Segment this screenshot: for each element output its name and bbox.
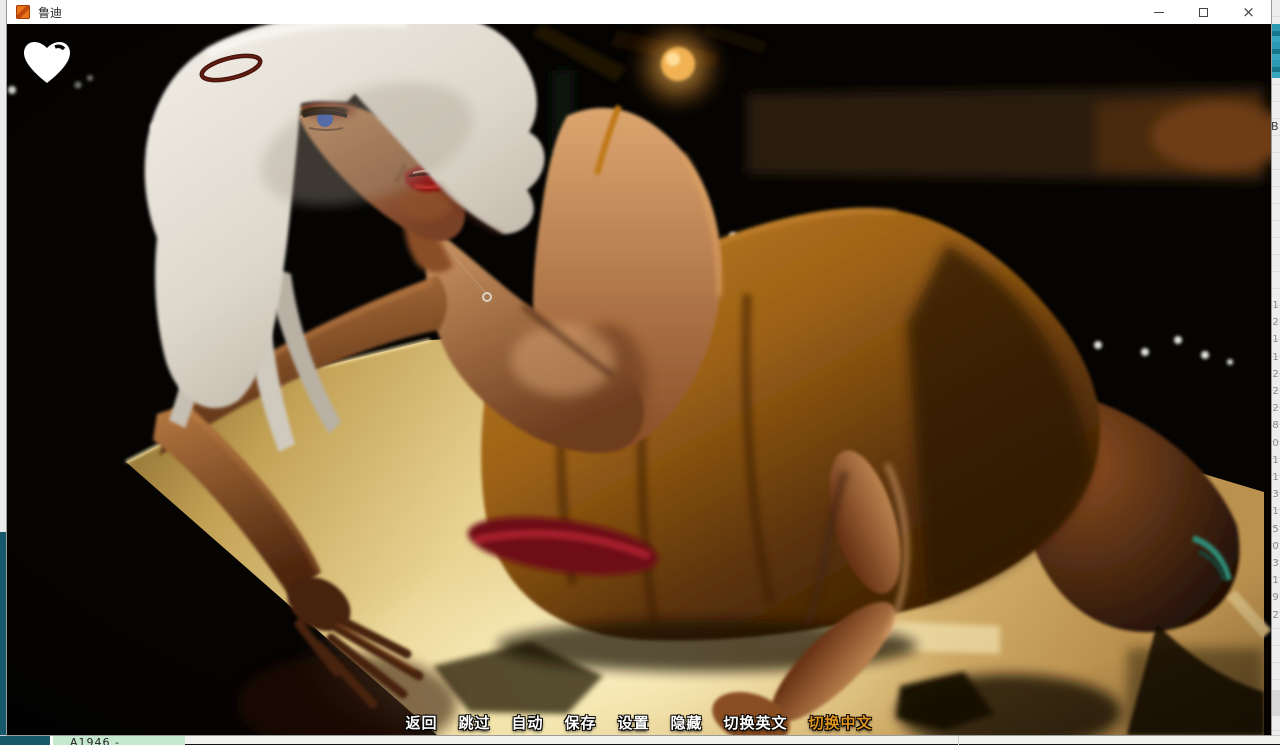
menu-hide[interactable]: 隐藏 xyxy=(671,712,703,733)
menu-auto[interactable]: 自动 xyxy=(511,712,543,733)
vignette xyxy=(7,24,1271,735)
minimize-button[interactable] xyxy=(1136,0,1181,24)
menu-save[interactable]: 保存 xyxy=(564,712,596,733)
background-app-left-edge xyxy=(0,0,7,532)
menu-switch-english[interactable]: 切换英文 xyxy=(724,712,788,733)
background-app-teal-patch xyxy=(1271,24,1280,78)
background-app-right-edge: B 1 2 1 1 2 2 2 8 0 1 1 3 1 5 0 3 1 9 2 xyxy=(1271,0,1280,744)
menu-skip[interactable]: 跳过 xyxy=(458,712,490,733)
background-app-left-accent xyxy=(0,532,7,744)
menu-switch-chinese[interactable]: 切换中文 xyxy=(809,712,873,733)
window-titlebar[interactable]: 鲁迪 × xyxy=(7,0,1271,24)
background-app-band xyxy=(1271,690,1280,716)
app-icon[interactable] xyxy=(16,5,30,19)
game-window: 鲁迪 × xyxy=(7,0,1271,735)
minimize-icon xyxy=(1154,12,1164,13)
menu-back[interactable]: 返回 xyxy=(405,712,437,733)
game-viewport[interactable]: 返回 跳过 自动 保存 设置 隐藏 切换英文 切换中文 xyxy=(7,24,1271,735)
menu-settings[interactable]: 设置 xyxy=(618,712,650,733)
quick-menu: 返回 跳过 自动 保存 设置 隐藏 切换英文 切换中文 xyxy=(7,712,1271,733)
window-controls: × xyxy=(1136,0,1271,24)
maximize-button[interactable] xyxy=(1181,0,1226,24)
game-scene xyxy=(7,24,1271,735)
background-app-bottom-edge: A1946 - xyxy=(0,735,1280,744)
spreadsheet-column-letter: B xyxy=(1271,120,1280,133)
close-icon: × xyxy=(1242,5,1255,20)
close-button[interactable]: × xyxy=(1226,0,1271,24)
maximize-icon xyxy=(1199,8,1208,17)
spreadsheet-row-digits: 1 2 1 1 2 2 2 8 0 1 1 3 1 5 0 3 1 9 2 xyxy=(1271,297,1280,624)
window-title: 鲁迪 xyxy=(38,4,62,21)
heart-icon xyxy=(19,37,75,87)
